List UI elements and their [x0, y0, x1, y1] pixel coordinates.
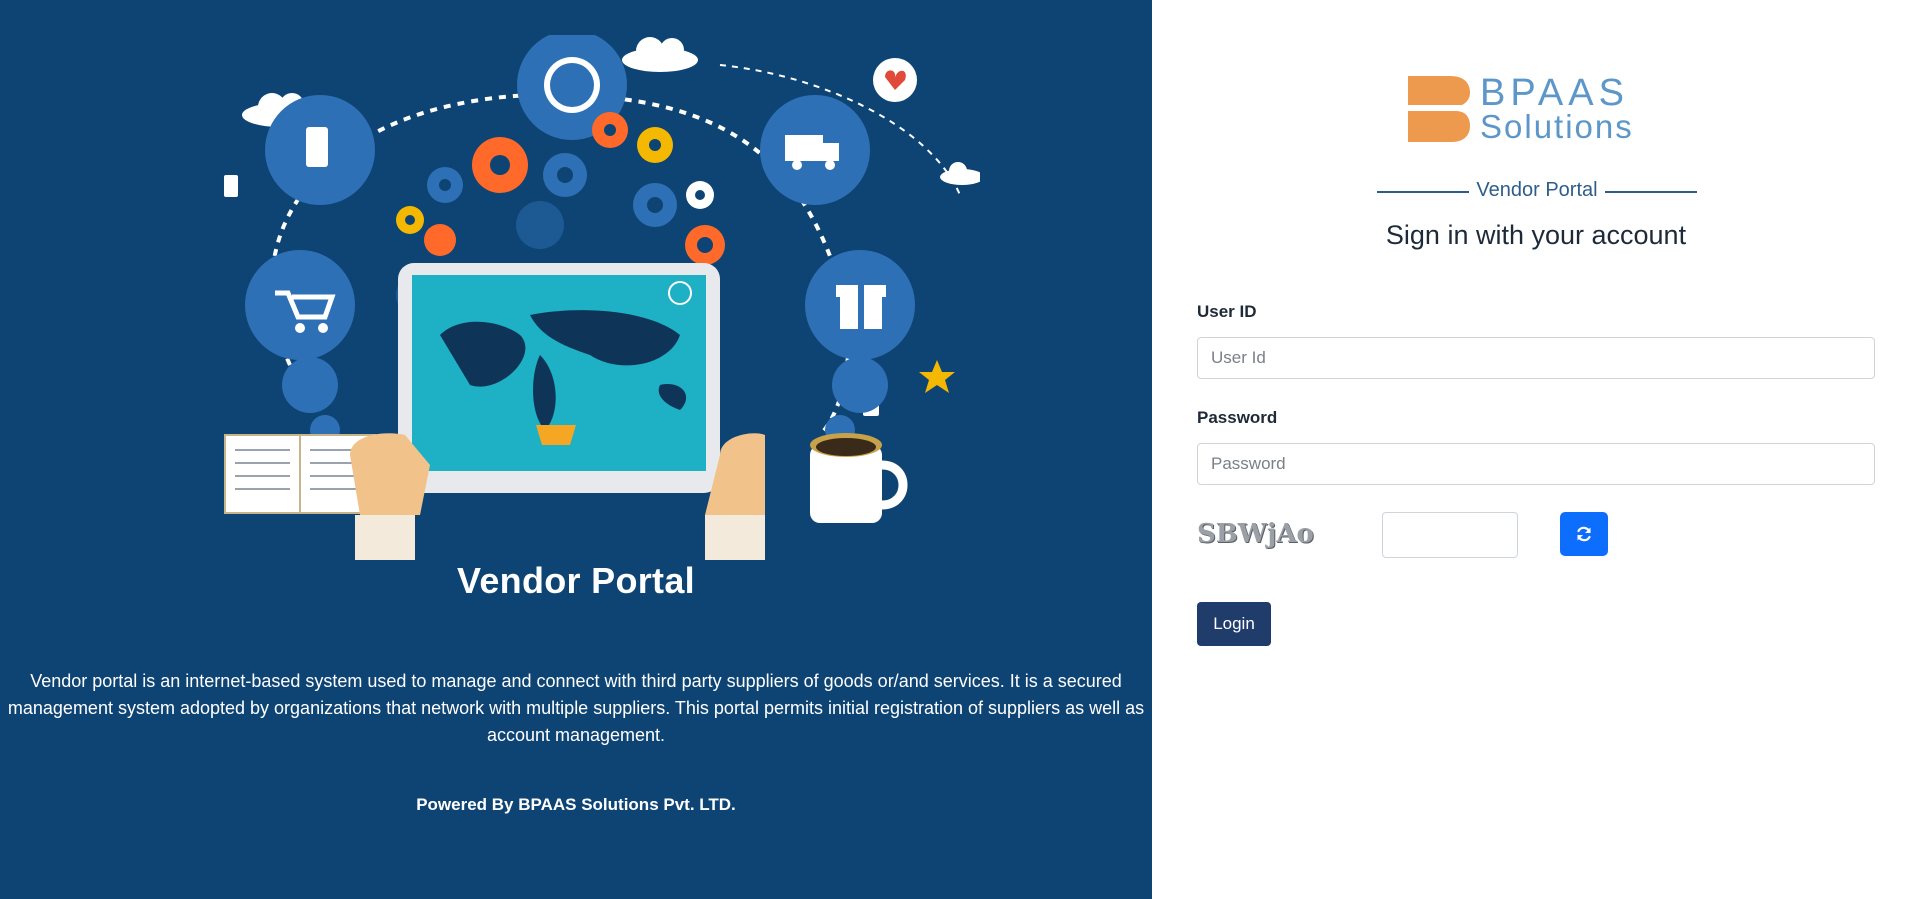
vendor-portal-divider: Vendor Portal	[1377, 178, 1697, 206]
left-description: Vendor portal is an internet-based syste…	[7, 671, 1145, 745]
captcha-image: SBWjAo	[1197, 519, 1314, 549]
powered-by-text: Powered By BPAAS Solutions Pvt. LTD.	[416, 795, 736, 814]
password-input[interactable]	[1197, 443, 1875, 485]
refresh-icon	[1577, 526, 1591, 542]
divider-rule-left	[1377, 191, 1469, 193]
vendor-portal-illustration	[200, 35, 980, 570]
left-panel: Vendor Portal Vendor portal is an intern…	[0, 0, 1152, 899]
sign-in-heading: Sign in with your account	[1385, 220, 1687, 250]
logo-text-solutions: Solutions	[1480, 108, 1634, 145]
refresh-captcha-button[interactable]	[1560, 512, 1608, 556]
left-title: Vendor Portal	[457, 560, 695, 601]
password-label: Password	[1197, 408, 1278, 427]
login-panel: BPAAS Solutions Vendor Portal Sign in wi…	[1152, 0, 1920, 899]
captcha-input[interactable]	[1382, 512, 1518, 558]
vendor-portal-label: Vendor Portal	[1476, 179, 1598, 201]
user-id-input[interactable]	[1197, 337, 1875, 379]
bpaas-logo: BPAAS Solutions	[1408, 72, 1668, 146]
login-button[interactable]: Login	[1197, 602, 1271, 646]
user-id-label: User ID	[1197, 302, 1257, 321]
divider-rule-right	[1605, 191, 1697, 193]
logo-mark-icon	[1408, 76, 1470, 142]
